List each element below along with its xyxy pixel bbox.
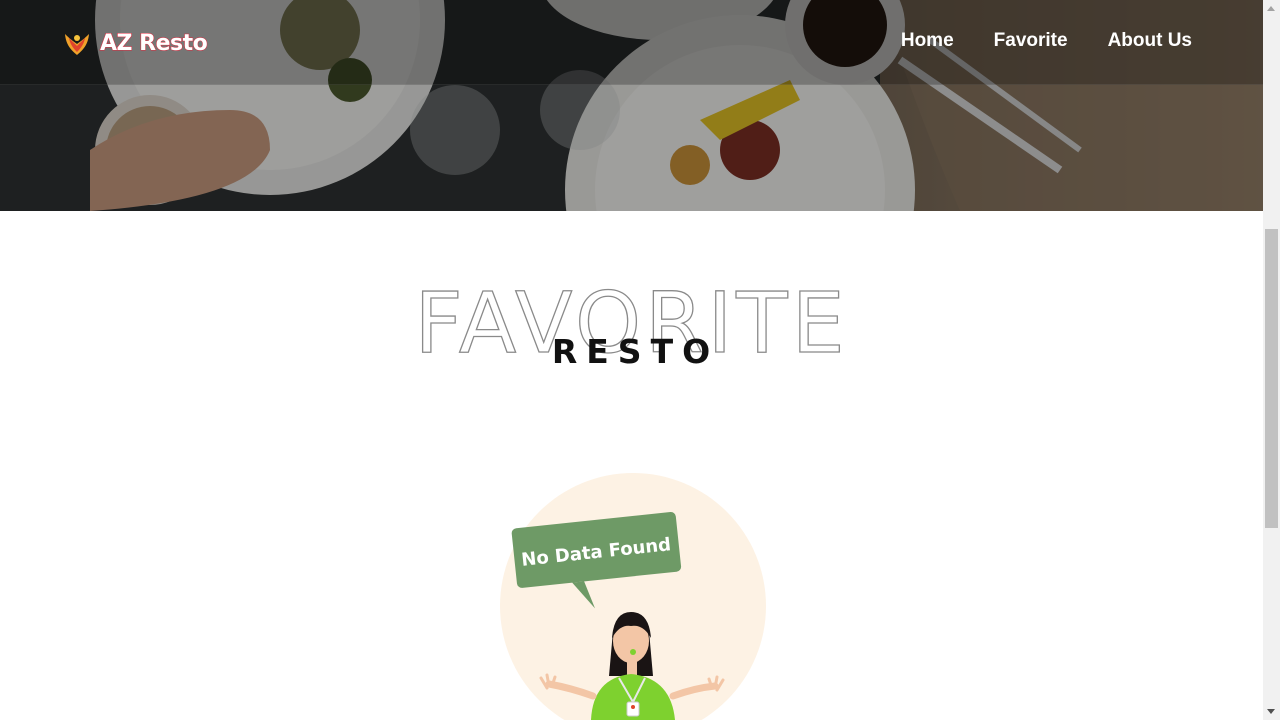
chevron-up-icon: [1267, 6, 1275, 11]
phoenix-icon: [65, 34, 89, 55]
brand-name: AZ Resto: [99, 30, 208, 56]
scroll-up-button[interactable]: [1263, 0, 1280, 17]
scrollbar-thumb[interactable]: [1265, 229, 1278, 528]
empty-state-illustration: No Data Found: [481, 456, 783, 720]
navbar: AZ Resto Home Favorite About Us: [0, 0, 1263, 85]
page-title: RESTO: [551, 332, 720, 371]
nav-link-home[interactable]: Home: [901, 30, 954, 52]
scroll-down-button[interactable]: [1263, 703, 1280, 720]
chevron-down-icon: [1267, 709, 1275, 714]
nav-link-favorite[interactable]: Favorite: [994, 30, 1068, 52]
section-title: FAVORITE RESTO: [0, 279, 1263, 390]
vertical-scrollbar[interactable]: [1263, 0, 1280, 720]
no-data-illustration: No Data Found: [500, 473, 766, 720]
page: AZ Resto Home Favorite About Us FAVORITE…: [0, 0, 1263, 720]
nav-menu: Home Favorite About Us: [861, 30, 1192, 52]
nav-link-about-us[interactable]: About Us: [1108, 30, 1192, 52]
brand[interactable]: AZ Resto: [62, 26, 208, 60]
